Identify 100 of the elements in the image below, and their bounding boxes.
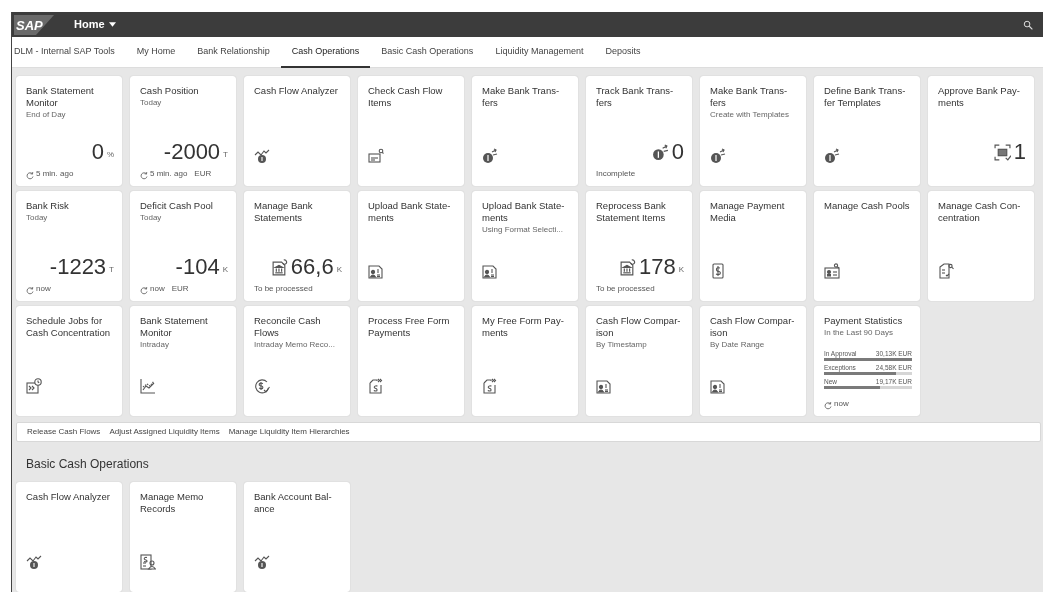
tab[interactable]: Bank Relationship xyxy=(186,37,281,68)
line-chart-icon xyxy=(140,378,156,394)
kpi-value: -1223 xyxy=(49,255,107,279)
app-tile[interactable]: Process Free Form Payments xyxy=(358,306,464,416)
app-tile[interactable]: Manage Payment Media xyxy=(700,191,806,301)
bank-document-icon xyxy=(270,259,288,276)
footer-text: Incomplete xyxy=(596,168,636,180)
footer-text: 5 min. ago xyxy=(36,168,74,180)
search-icon xyxy=(1023,19,1033,30)
tile-title: Deficit Cash Pool xyxy=(140,200,214,212)
kpi-unit: K xyxy=(678,264,684,276)
person-document-icon xyxy=(482,263,498,279)
tab[interactable]: DLM - Internal SAP Tools xyxy=(13,37,126,68)
app-tile[interactable]: Reprocess Bank Statement Items 178 K To be processed xyxy=(586,191,692,301)
app-tile[interactable]: My Free Form Pay- ments xyxy=(472,306,578,416)
tab[interactable]: Deposits xyxy=(594,37,652,68)
tile-subtitle: By Timestamp xyxy=(596,339,648,350)
footer-text: now xyxy=(834,398,849,410)
coin-chart-icon xyxy=(26,554,42,570)
kpi-value: 1 xyxy=(1013,140,1026,164)
kpi-value: -2000 xyxy=(163,140,221,164)
logo[interactable]: SAP xyxy=(14,14,54,35)
footer-text: 5 min. ago xyxy=(150,168,188,180)
tile-subtitle: Create with Templates xyxy=(710,109,790,120)
group-title: Basic Cash Operations xyxy=(26,456,150,473)
tile-subtitle: Today xyxy=(140,212,163,223)
tile-title: Check Cash Flow Items xyxy=(368,85,444,109)
kpi-unit: T xyxy=(109,264,114,276)
tile-subtitle: In the Last 90 Days xyxy=(824,327,894,338)
app-tile[interactable]: Make Bank Trans- fers xyxy=(472,76,578,186)
kpi-value: 66,6 xyxy=(290,255,334,279)
app-tile[interactable]: Deficit Cash Pool Today -104 K now EUR xyxy=(130,191,236,301)
id-card-search-icon xyxy=(824,263,840,279)
app-tile[interactable]: Reconcile Cash Flows Intraday Memo Reco... xyxy=(244,306,350,416)
app-tile[interactable]: Cash Flow Analyzer xyxy=(16,482,122,592)
app-tile[interactable]: Upload Bank State- ments Using Format Selecti... xyxy=(472,191,578,301)
kpi-unit: T xyxy=(223,149,228,161)
app-tile[interactable]: Bank Risk Today -1223 T now xyxy=(16,191,122,301)
kpi-unit: K xyxy=(336,264,342,276)
person-document-icon xyxy=(368,263,384,279)
tab[interactable]: Liquidity Management xyxy=(484,37,595,68)
tile-title: Manage Cash Con- centration xyxy=(938,200,1022,224)
home-menu[interactable]: Home xyxy=(74,16,116,33)
tile-title: Define Bank Trans- fer Templates xyxy=(824,85,907,109)
tile-title: My Free Form Pay- ments xyxy=(482,315,565,339)
app-tile[interactable]: Manage Cash Pools xyxy=(814,191,920,301)
bank-document-icon xyxy=(618,259,636,276)
tile-title: Process Free Form Payments xyxy=(368,315,451,339)
app-tile[interactable]: Bank Account Bal- ance xyxy=(244,482,350,592)
app-tile[interactable]: Cash Flow Analyzer xyxy=(244,76,350,186)
tile-title: Make Bank Trans- fers xyxy=(710,85,789,109)
tile-title: Bank Account Bal- ance xyxy=(254,491,333,515)
kpi-value: 178 xyxy=(638,255,676,279)
app-tile[interactable]: Manage Memo Records xyxy=(130,482,236,592)
tile-title: Payment Statistics xyxy=(824,315,904,327)
coin-arrows-icon xyxy=(482,148,498,164)
app-tile[interactable]: Track Bank Trans- fers 0 Incomplete xyxy=(586,76,692,186)
coin-arrows-icon xyxy=(651,144,669,161)
approval-icon xyxy=(993,144,1011,161)
app-tile[interactable]: Upload Bank State- ments xyxy=(358,191,464,301)
tile-subtitle: Intraday xyxy=(140,339,170,350)
tile-title: Bank Risk xyxy=(26,200,70,212)
app-tile[interactable]: Cash Flow Compar- ison By Date Range xyxy=(700,306,806,416)
app-link[interactable]: Release Cash Flows xyxy=(27,426,101,438)
app-tile[interactable]: Bank Statement Monitor Intraday xyxy=(130,306,236,416)
app-tile[interactable]: Manage Bank Statements 66,6 K To be processed xyxy=(244,191,350,301)
app-link[interactable]: Adjust Assigned Liquidity Items xyxy=(109,426,220,438)
app-tile[interactable]: Schedule Jobs for Cash Concentration xyxy=(16,306,122,416)
tab[interactable]: My Home xyxy=(125,37,187,68)
footer-text: To be processed xyxy=(254,283,313,295)
tile-title: Cash Flow Compar- ison xyxy=(710,315,796,339)
tile-title: Manage Bank Statements xyxy=(254,200,314,224)
app-tile[interactable]: Approve Bank Pay- ments 1 xyxy=(928,76,1034,186)
tab[interactable]: Basic Cash Operations xyxy=(370,37,485,68)
tile-title: Cash Flow Analyzer xyxy=(26,491,111,503)
tile-title: Manage Payment Media xyxy=(710,200,786,224)
app-tile[interactable]: Cash Flow Compar- ison By Timestamp xyxy=(586,306,692,416)
check-search-icon xyxy=(368,148,384,164)
tile-title: Reconcile Cash Flows xyxy=(254,315,322,339)
app-tile[interactable]: Manage Cash Con- centration xyxy=(928,191,1034,301)
app-tile[interactable]: Cash Position Today -2000 T 5 min. ago EUR xyxy=(130,76,236,186)
tile-title: Upload Bank State- ments xyxy=(368,200,452,224)
footer-text: To be processed xyxy=(596,283,655,295)
tile-title: Cash Position xyxy=(140,85,200,97)
app-tile[interactable]: Check Cash Flow Items xyxy=(358,76,464,186)
app-tile[interactable]: Define Bank Trans- fer Templates xyxy=(814,76,920,186)
tile-subtitle: End of Day xyxy=(26,109,67,120)
tile-title: Upload Bank State- ments xyxy=(482,200,566,224)
document-forward-icon xyxy=(368,378,384,394)
app-tile[interactable]: Bank Statement Monitor End of Day 0% 5 min. ago xyxy=(16,76,122,186)
coin-chart-icon xyxy=(254,148,270,164)
kpi-unit: K xyxy=(222,264,228,276)
tile-title: Bank Statement Monitor xyxy=(26,85,95,109)
tile-subtitle: Using Format Selecti... xyxy=(482,224,564,235)
tile-title: Manage Cash Pools xyxy=(824,200,911,212)
tab[interactable]: Cash Operations xyxy=(280,37,371,68)
app-link[interactable]: Manage Liquidity Item Hierarchies xyxy=(228,426,350,438)
app-tile[interactable]: Make Bank Trans- fers Create with Templates xyxy=(700,76,806,186)
tile-title: Schedule Jobs for Cash Concentration xyxy=(26,315,111,339)
coin-chart-icon xyxy=(254,554,270,570)
